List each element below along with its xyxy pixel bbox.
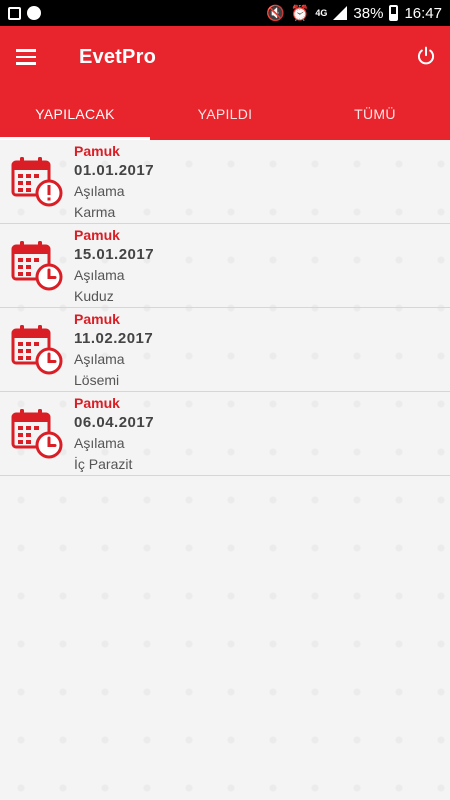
list-item[interactable]: Pamuk 06.04.2017 Aşılama İç Parazit	[0, 392, 450, 476]
calendar-clock-icon	[0, 392, 74, 475]
pet-name: Pamuk	[74, 395, 120, 411]
hamburger-menu-icon[interactable]	[0, 26, 52, 88]
list-item[interactable]: Pamuk 11.02.2017 Aşılama Lösemi	[0, 308, 450, 392]
clock: 16:47	[404, 4, 442, 22]
item-text: Pamuk 11.02.2017 Aşılama Lösemi	[74, 308, 153, 391]
pet-name: Pamuk	[74, 311, 120, 327]
item-text: Pamuk 06.04.2017 Aşılama İç Parazit	[74, 392, 154, 475]
item-type: Aşılama	[74, 351, 125, 367]
calendar-clock-icon	[0, 308, 74, 391]
app-bar: EvetPro	[0, 26, 450, 88]
calendar-alert-icon	[0, 140, 74, 223]
mute-icon: 🔇	[266, 5, 285, 22]
app-title: EvetPro	[79, 45, 156, 68]
item-description: Karma	[74, 204, 116, 220]
power-icon[interactable]	[416, 46, 436, 66]
list-item[interactable]: Pamuk 15.01.2017 Aşılama Kuduz	[0, 224, 450, 308]
item-type: Aşılama	[74, 183, 125, 199]
battery-icon	[389, 5, 399, 21]
phone-notification-icon	[27, 6, 41, 20]
item-text: Pamuk 01.01.2017 Aşılama Karma	[74, 140, 154, 223]
alarm-icon: ⏰	[290, 5, 310, 22]
reminder-list: Pamuk 01.01.2017 Aşılama Karma Pamuk 15.…	[0, 140, 450, 800]
item-text: Pamuk 15.01.2017 Aşılama Kuduz	[74, 224, 154, 307]
battery-percent: 38%	[353, 4, 384, 22]
tab-yapilacak[interactable]: YAPILACAK	[0, 88, 150, 140]
item-description: Kuduz	[74, 288, 114, 304]
tab-tumu[interactable]: TÜMÜ	[300, 88, 450, 140]
item-date: 01.01.2017	[74, 162, 155, 179]
item-date: 06.04.2017	[74, 414, 155, 431]
signal-icon	[333, 6, 348, 20]
tab-bar: YAPILACAK YAPILDI TÜMÜ	[0, 88, 450, 140]
item-type: Aşılama	[74, 267, 125, 283]
network-type: 4G	[315, 8, 328, 18]
pet-name: Pamuk	[74, 227, 120, 243]
calendar-clock-icon	[0, 224, 74, 307]
tab-yapildi[interactable]: YAPILDI	[150, 88, 300, 140]
item-date: 15.01.2017	[74, 246, 155, 263]
list-item[interactable]: Pamuk 01.01.2017 Aşılama Karma	[0, 140, 450, 224]
item-date: 11.02.2017	[74, 330, 154, 347]
item-description: İç Parazit	[74, 456, 133, 472]
status-left	[8, 6, 41, 20]
gallery-notification-icon	[8, 6, 21, 20]
item-description: Lösemi	[74, 372, 120, 388]
status-bar: 🔇 ⏰ 4G 38% 16:47	[0, 0, 450, 26]
status-right: 🔇 ⏰ 4G 38% 16:47	[266, 4, 442, 23]
item-type: Aşılama	[74, 435, 125, 451]
pet-name: Pamuk	[74, 143, 120, 159]
